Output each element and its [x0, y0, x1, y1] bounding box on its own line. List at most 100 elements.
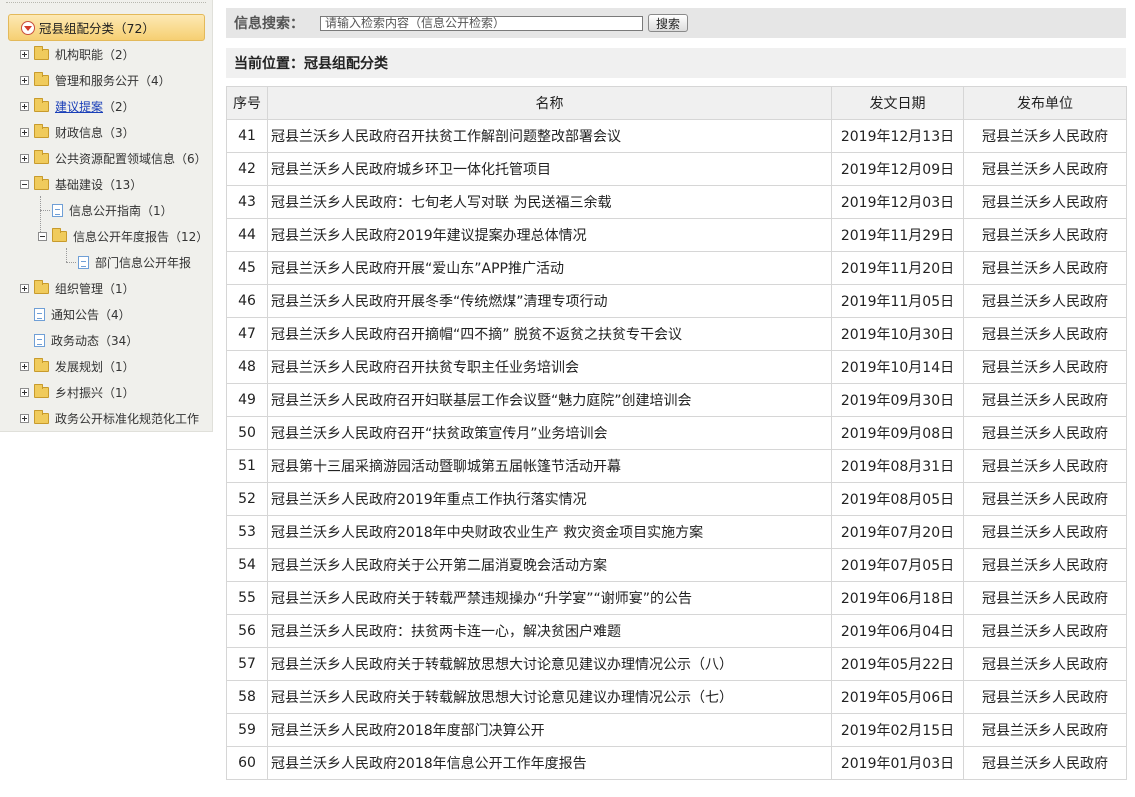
row-title-link[interactable]: 冠县第十三届采摘游园活动暨聊城第五届帐篷节活动开幕	[267, 449, 832, 483]
table-row[interactable]: 54 冠县兰沃乡人民政府关于公开第二届消夏晚会活动方案 2019年07月05日 冠县兰…	[226, 548, 1127, 582]
search-button[interactable]: 搜索	[648, 14, 688, 32]
collapse-minus-icon[interactable]	[20, 179, 29, 189]
table-row[interactable]: 45 冠县兰沃乡人民政府开展“爱山东”APP推广活动 2019年11月20日 冠县兰沃…	[226, 251, 1127, 285]
row-title-link[interactable]: 冠县兰沃乡人民政府开展“爱山东”APP推广活动	[267, 251, 832, 285]
folder-icon	[34, 383, 49, 398]
row-number-cell: 54	[226, 548, 268, 582]
row-date-cell: 2019年09月30日	[831, 383, 964, 417]
row-title-link[interactable]: 冠县兰沃乡人民政府开展冬季“传统燃煤”清理专项行动	[267, 284, 832, 318]
row-title-link[interactable]: 冠县兰沃乡人民政府召开“扶贫政策宣传月”业务培训会	[267, 416, 832, 450]
sidebar-item-label: 部门信息公开年报	[95, 255, 192, 270]
row-title-link[interactable]: 冠县兰沃乡人民政府关于转载解放思想大讨论意见建议办理情况公示（七）	[267, 680, 832, 714]
row-title-link[interactable]: 冠县兰沃乡人民政府关于公开第二届消夏晚会活动方案	[267, 548, 832, 582]
row-title-link[interactable]: 冠县兰沃乡人民政府召开扶贫工作解剖问题整改部署会议	[267, 119, 832, 153]
expand-plus-icon[interactable]	[20, 49, 29, 59]
sidebar-item-bumen[interactable]: 部门信息公开年报	[64, 251, 191, 273]
expand-plus-icon[interactable]	[20, 283, 29, 293]
table-row[interactable]: 59 冠县兰沃乡人民政府2018年度部门决算公开 2019年02月15日 冠县兰沃乡人…	[226, 713, 1127, 747]
table-row[interactable]: 57 冠县兰沃乡人民政府关于转载解放思想大讨论意见建议办理情况公示（八） 2019年…	[226, 647, 1127, 681]
table-row[interactable]: 47 冠县兰沃乡人民政府召开摘帽“四不摘” 脱贫不返贫之扶贫专干会议 2019年10…	[226, 317, 1127, 351]
sidebar-item-jianyi[interactable]: 建议提案 （2）	[20, 95, 135, 117]
table-row[interactable]: 42 冠县兰沃乡人民政府城乡环卫一体化托管项目 2019年12月09日 冠县兰沃乡人民…	[226, 152, 1127, 186]
sidebar-item-jigou[interactable]: 机构职能（2）	[20, 43, 135, 65]
table-row[interactable]: 43 冠县兰沃乡人民政府：七旬老人写对联 为民送福三余载 2019年12月03日 冠县…	[226, 185, 1127, 219]
sidebar-item-zuzhi[interactable]: 组织管理（1）	[20, 277, 135, 299]
sidebar-item-label: 信息公开指南（1）	[69, 203, 173, 218]
expand-plus-icon[interactable]	[20, 75, 29, 85]
row-title-link[interactable]: 冠县兰沃乡人民政府召开摘帽“四不摘” 脱贫不返贫之扶贫专干会议	[267, 317, 832, 351]
table-row[interactable]: 41 冠县兰沃乡人民政府召开扶贫工作解剖问题整改部署会议 2019年12月13日 冠县…	[226, 119, 1127, 153]
folder-icon	[52, 227, 67, 242]
row-number-cell: 42	[226, 152, 268, 186]
table-row[interactable]: 49 冠县兰沃乡人民政府召开妇联基层工作会议暨“魅力庭院”创建培训会 2019年09…	[226, 383, 1127, 417]
table-row[interactable]: 44 冠县兰沃乡人民政府2019年建议提案办理总体情况 2019年11月29日 冠县兰…	[226, 218, 1127, 252]
sidebar-item-niandu[interactable]: 信息公开年度报告（12）	[38, 225, 208, 247]
row-date-cell: 2019年01月03日	[831, 746, 964, 780]
sidebar-item-biaozhunhua[interactable]: 政务公开标准化规范化工作	[20, 407, 199, 429]
sidebar-item-tongzhi[interactable]: 通知公告（4）	[20, 303, 131, 325]
row-title-link[interactable]: 冠县兰沃乡人民政府城乡环卫一体化托管项目	[267, 152, 832, 186]
row-unit-cell: 冠县兰沃乡人民政府	[963, 119, 1127, 153]
row-unit-cell: 冠县兰沃乡人民政府	[963, 251, 1127, 285]
column-header-unit: 发布单位	[963, 86, 1127, 120]
collapse-minus-icon[interactable]	[38, 231, 47, 241]
expand-plus-icon[interactable]	[20, 413, 29, 423]
folder-icon	[34, 279, 49, 294]
table-header-row: 序号 名称 发文日期 发布单位	[226, 86, 1127, 120]
table-row[interactable]: 51 冠县第十三届采摘游园活动暨聊城第五届帐篷节活动开幕 2019年08月31日 冠县…	[226, 449, 1127, 483]
folder-icon	[34, 175, 49, 190]
row-title-link[interactable]: 冠县兰沃乡人民政府2018年中央财政农业生产 救灾资金项目实施方案	[267, 515, 832, 549]
table-row[interactable]: 55 冠县兰沃乡人民政府关于转载严禁违规操办“升学宴”“谢师宴”的公告 2019年0…	[226, 581, 1127, 615]
sidebar-item-caizheng[interactable]: 财政信息（3）	[20, 121, 135, 143]
row-unit-cell: 冠县兰沃乡人民政府	[963, 548, 1127, 582]
table-row[interactable]: 52 冠县兰沃乡人民政府2019年重点工作执行落实情况 2019年08月05日 冠县兰…	[226, 482, 1127, 516]
row-title-link[interactable]: 冠县兰沃乡人民政府召开妇联基层工作会议暨“魅力庭院”创建培训会	[267, 383, 832, 417]
table-row[interactable]: 56 冠县兰沃乡人民政府：扶贫两卡连一心，解决贫困户难题 2019年06月04日 冠县…	[226, 614, 1127, 648]
row-title-link[interactable]: 冠县兰沃乡人民政府2018年信息公开工作年度报告	[267, 746, 832, 780]
row-title-link[interactable]: 冠县兰沃乡人民政府召开扶贫专职主任业务培训会	[267, 350, 832, 384]
expand-plus-icon[interactable]	[20, 153, 29, 163]
row-title-link[interactable]: 冠县兰沃乡人民政府：七旬老人写对联 为民送福三余载	[267, 185, 832, 219]
sidebar-item-zhengwu[interactable]: 政务动态（34）	[20, 329, 138, 351]
row-date-cell: 2019年05月22日	[831, 647, 964, 681]
sidebar-item-xiangcun[interactable]: 乡村振兴（1）	[20, 381, 135, 403]
row-date-cell: 2019年08月31日	[831, 449, 964, 483]
collapse-arrow-icon[interactable]	[21, 20, 35, 35]
row-number-cell: 56	[226, 614, 268, 648]
sidebar-item-zhinan[interactable]: 信息公开指南（1）	[38, 199, 173, 221]
sidebar-item-label: 乡村振兴（1）	[55, 385, 135, 400]
document-icon	[78, 255, 89, 269]
sidebar-item-fazhan[interactable]: 发展规划（1）	[20, 355, 135, 377]
row-title-link[interactable]: 冠县兰沃乡人民政府2019年建议提案办理总体情况	[267, 218, 832, 252]
row-number-cell: 55	[226, 581, 268, 615]
row-title-link[interactable]: 冠县兰沃乡人民政府关于转载解放思想大讨论意见建议办理情况公示（八）	[267, 647, 832, 681]
table-row[interactable]: 58 冠县兰沃乡人民政府关于转载解放思想大讨论意见建议办理情况公示（七） 2019年…	[226, 680, 1127, 714]
row-title-link[interactable]: 冠县兰沃乡人民政府2019年重点工作执行落实情况	[267, 482, 832, 516]
document-icon	[34, 307, 45, 321]
expand-plus-icon[interactable]	[20, 101, 29, 111]
document-table: 序号 名称 发文日期 发布单位 41 冠县兰沃乡人民政府召开扶贫工作解剖问题整改部…	[226, 86, 1127, 780]
breadcrumb: 当前位置：冠县组配分类	[226, 48, 1126, 78]
table-row[interactable]: 48 冠县兰沃乡人民政府召开扶贫专职主任业务培训会 2019年10月14日 冠县兰沃乡…	[226, 350, 1127, 384]
table-row[interactable]: 46 冠县兰沃乡人民政府开展冬季“传统燃煤”清理专项行动 2019年11月05日 冠县…	[226, 284, 1127, 318]
expand-plus-icon[interactable]	[20, 127, 29, 137]
folder-icon	[34, 45, 49, 60]
row-title-link[interactable]: 冠县兰沃乡人民政府：扶贫两卡连一心，解决贫困户难题	[267, 614, 832, 648]
table-row[interactable]: 50 冠县兰沃乡人民政府召开“扶贫政策宣传月”业务培训会 2019年09月08日 冠县…	[226, 416, 1127, 450]
sidebar-item-jichu[interactable]: 基础建设（13）	[20, 173, 142, 195]
sidebar-item-gonggong[interactable]: 公共资源配置领域信息（6）	[20, 147, 207, 169]
expand-plus-icon[interactable]	[20, 361, 29, 371]
row-title-link[interactable]: 冠县兰沃乡人民政府2018年度部门决算公开	[267, 713, 832, 747]
expand-plus-icon[interactable]	[20, 387, 29, 397]
table-row[interactable]: 60 冠县兰沃乡人民政府2018年信息公开工作年度报告 2019年01月03日 冠县兰…	[226, 746, 1127, 780]
tree-connector-line	[40, 196, 41, 232]
column-header-title: 名称	[267, 86, 832, 120]
tree-root-node[interactable]: 冠县组配分类（72）	[8, 14, 205, 41]
row-number-cell: 50	[226, 416, 268, 450]
row-title-link[interactable]: 冠县兰沃乡人民政府关于转载严禁违规操办“升学宴”“谢师宴”的公告	[267, 581, 832, 615]
sidebar-item-guanli[interactable]: 管理和服务公开（4）	[20, 69, 171, 91]
table-row[interactable]: 53 冠县兰沃乡人民政府2018年中央财政农业生产 救灾资金项目实施方案 2019年…	[226, 515, 1127, 549]
row-number-cell: 53	[226, 515, 268, 549]
folder-icon	[34, 409, 49, 424]
search-input[interactable]	[320, 15, 643, 31]
